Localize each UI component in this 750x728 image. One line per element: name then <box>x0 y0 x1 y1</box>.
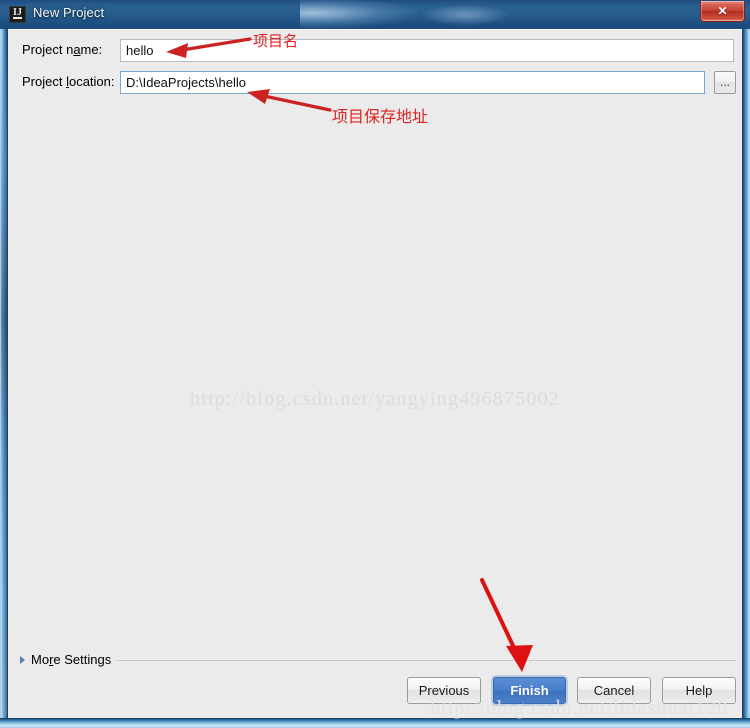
cancel-button[interactable]: Cancel <box>577 677 651 704</box>
project-name-input[interactable] <box>120 39 734 62</box>
project-name-label: Project name: <box>22 42 102 57</box>
dialog-window: IJ New Project ✕ Project name: Project l… <box>0 0 750 728</box>
help-button[interactable]: Help <box>662 677 736 704</box>
project-location-input[interactable] <box>120 71 705 94</box>
dialog-content-panel: Project name: Project location: ... http… <box>8 29 742 718</box>
more-settings-label-part1: Mo <box>31 652 50 667</box>
window-frame-left <box>0 29 8 728</box>
more-settings-separator <box>116 660 736 661</box>
chevron-right-icon <box>20 656 25 664</box>
previous-button[interactable]: Previous <box>407 677 481 704</box>
app-icon-underline <box>13 17 22 19</box>
close-button[interactable]: ✕ <box>700 1 745 22</box>
form-row-project-location: Project location: ... <box>8 71 742 95</box>
window-frame-right <box>742 29 750 728</box>
window-frame-bottom <box>0 718 750 728</box>
project-location-label-part1: Project <box>22 74 67 89</box>
close-icon: ✕ <box>717 4 728 18</box>
finish-button[interactable]: Finish <box>493 677 566 704</box>
project-location-label-part2: ocation: <box>68 74 115 89</box>
window-title: New Project <box>33 5 105 20</box>
intellij-idea-icon: IJ <box>9 6 26 23</box>
watermark-center: http://blog.csdn.net/yangying496875002 <box>189 388 561 410</box>
project-name-label-part1: Project n <box>22 42 74 57</box>
more-settings-label: More Settings <box>31 652 111 667</box>
project-name-label-part2: me: <box>80 42 103 57</box>
browse-folder-button[interactable]: ... <box>714 71 736 94</box>
dialog-button-bar: Previous Finish Cancel Help <box>8 677 742 707</box>
project-location-label: Project location: <box>22 74 115 89</box>
ellipsis-icon: ... <box>719 75 730 89</box>
title-bar-glow-secondary <box>420 4 510 26</box>
title-bar-glow <box>300 0 420 29</box>
more-settings-section[interactable]: More Settings <box>8 651 742 669</box>
form-row-project-name: Project name: <box>8 39 742 63</box>
title-bar[interactable]: IJ New Project ✕ <box>0 0 750 29</box>
more-settings-label-part2: e Settings <box>53 652 112 667</box>
project-name-label-mnemonic: a <box>73 42 81 57</box>
